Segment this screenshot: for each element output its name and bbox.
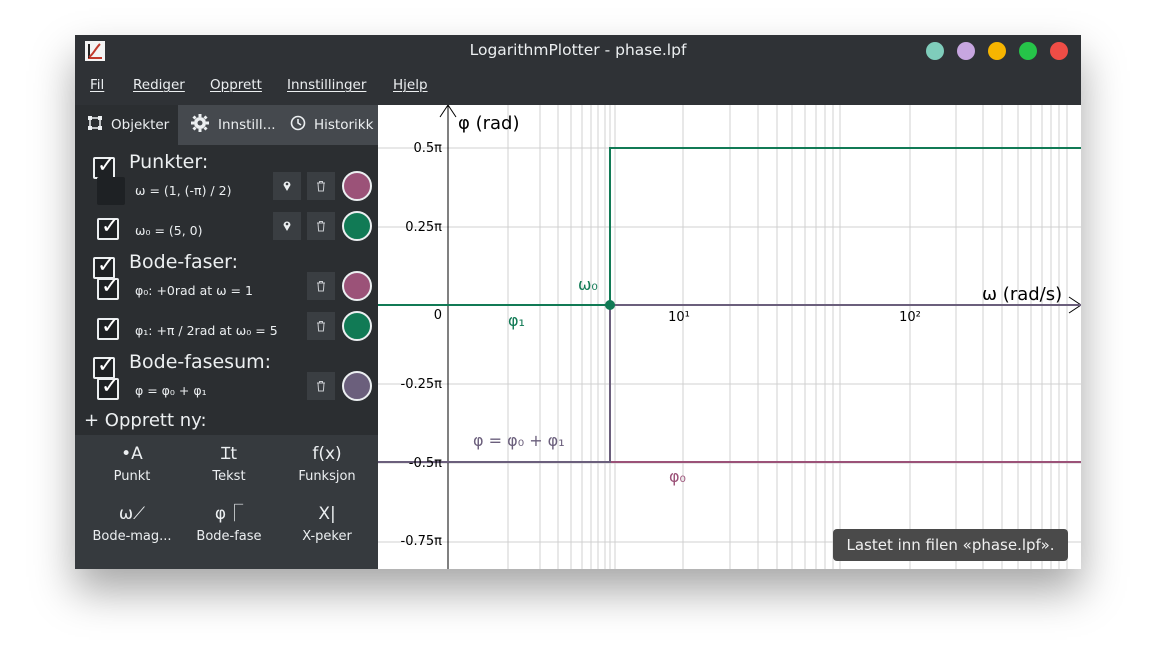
- y-tick-label: -0.75π: [401, 534, 443, 549]
- y-tick-label: 0.25π: [405, 220, 442, 235]
- omega0-point[interactable]: [605, 300, 615, 310]
- phi0-delete-button[interactable]: [307, 272, 335, 300]
- status-toast: Lastet inn filen «phase.lpf».: [833, 529, 1068, 561]
- sidebar: Objekter Innstill... Historikk ✓ Punkter…: [75, 105, 378, 569]
- sum-section-title: Bode-fasesum:: [129, 351, 272, 373]
- app-window: LogarithmPlotter - phase.lpf Fil Rediger…: [75, 35, 1081, 569]
- trash-icon: [317, 321, 325, 332]
- create-point-label: Punkt: [113, 469, 151, 484]
- origin-label: 0: [434, 308, 442, 323]
- points-section-title: Punkter:: [129, 151, 209, 173]
- tab-history[interactable]: Historikk: [278, 105, 378, 145]
- phisum-delete-button[interactable]: [307, 372, 335, 400]
- omega0-color-button[interactable]: [342, 211, 372, 241]
- point-icon: •A: [121, 444, 143, 464]
- create-x-cursor-button[interactable]: X| X-peker: [279, 499, 375, 544]
- trash-icon: [317, 281, 325, 292]
- x-tick-label: 10¹: [668, 310, 690, 325]
- phi1-plot-label: φ₁: [508, 311, 525, 330]
- phi0-label: φ₀: +0rad at ω = 1: [135, 283, 253, 298]
- create-bode-phase-label: Bode-fase: [196, 529, 262, 544]
- tab-objects[interactable]: Objekter: [75, 105, 178, 145]
- create-point-button[interactable]: •A Punkt: [84, 439, 180, 484]
- omega0-plot-label: ω₀: [578, 275, 598, 294]
- x-cursor-icon: X|: [318, 504, 336, 524]
- phi1-color-button[interactable]: [342, 311, 372, 341]
- menu-opprett[interactable]: Opprett: [210, 77, 262, 93]
- phisum-label: φ = φ₀ + φ₁: [135, 383, 207, 398]
- pin-icon: [283, 221, 291, 231]
- menu-fil[interactable]: Fil: [90, 77, 104, 93]
- vertical-grid: [507, 105, 1068, 569]
- phi0-color-button[interactable]: [342, 271, 372, 301]
- create-bode-magnitude-button[interactable]: ω⟋ Bode-mag...: [84, 499, 180, 544]
- bode-phase-icon: φ⎾: [214, 504, 244, 524]
- text-icon: Ɪt: [220, 444, 238, 464]
- close-button[interactable]: [1050, 42, 1068, 60]
- trash-icon: [317, 181, 325, 192]
- phi1-delete-button[interactable]: [307, 312, 335, 340]
- phisum-checkbox[interactable]: ✓: [97, 376, 119, 400]
- omega0-pin-button[interactable]: [273, 212, 301, 240]
- y-axis-label: φ (rad): [458, 113, 520, 134]
- omega0-delete-button[interactable]: [307, 212, 335, 240]
- phases-section-title: Bode-faser:: [129, 251, 239, 273]
- create-panel: •A Punkt Ɪt Tekst f(x) Funksjon ω⟋ Bode-…: [75, 435, 378, 569]
- create-function-label: Funksjon: [298, 469, 356, 484]
- tab-settings-label: Innstill...: [218, 117, 276, 133]
- function-icon: f(x): [312, 444, 342, 464]
- y-tick-label: -0.25π: [401, 377, 443, 392]
- create-new-title: + Opprett ny:: [84, 410, 207, 431]
- trash-icon: [317, 381, 325, 392]
- menu-innstillinger[interactable]: Innstillinger: [287, 77, 366, 93]
- create-x-cursor-label: X-peker: [302, 529, 352, 544]
- phi1-checkbox[interactable]: ✓: [97, 316, 119, 340]
- omega-pin-button[interactable]: [273, 172, 301, 200]
- create-function-button[interactable]: f(x) Funksjon: [279, 439, 375, 484]
- bode-magnitude-icon: ω⟋: [118, 504, 146, 524]
- x-tick-label: 10²: [899, 310, 921, 325]
- title-bar: LogarithmPlotter - phase.lpf: [75, 35, 1081, 67]
- pin-icon: [283, 181, 291, 191]
- points-section-checkbox[interactable]: ✓: [93, 155, 115, 179]
- menu-bar: Fil Rediger Opprett Innstillinger Hjelp: [75, 67, 1081, 105]
- tab-history-label: Historikk: [314, 117, 374, 133]
- objects-icon: [87, 115, 103, 135]
- omega-label: ω = (1, (-π) / 2): [135, 183, 232, 198]
- create-text-button[interactable]: Ɪt Tekst: [181, 439, 277, 484]
- create-bode-magnitude-label: Bode-mag...: [92, 529, 172, 544]
- menu-hjelp[interactable]: Hjelp: [393, 77, 428, 93]
- window-button-2[interactable]: [957, 42, 975, 60]
- maximize-button[interactable]: [1019, 42, 1037, 60]
- minimize-button[interactable]: [988, 42, 1006, 60]
- omega-checkbox[interactable]: [97, 177, 125, 205]
- plot-svg: 0.5π 0.25π 0 -0.25π -0.5π -0.75π 10¹ 10²…: [378, 104, 1081, 569]
- create-text-label: Tekst: [212, 469, 246, 484]
- trash-icon: [317, 221, 325, 232]
- omega-delete-button[interactable]: [307, 172, 335, 200]
- x-axis-label: ω (rad/s): [982, 284, 1062, 305]
- gear-icon: [190, 113, 210, 137]
- omega-color-button[interactable]: [342, 171, 372, 201]
- window-button-1[interactable]: [926, 42, 944, 60]
- omega0-checkbox[interactable]: ✓: [97, 216, 119, 240]
- tab-settings[interactable]: Innstill...: [178, 105, 278, 145]
- y-tick-label: 0.5π: [413, 141, 442, 156]
- phi0-plot-label: φ₀: [669, 467, 686, 486]
- omega0-label: ω₀ = (5, 0): [135, 223, 203, 238]
- phi1-label: φ₁: +π / 2rad at ω₀ = 5: [135, 323, 278, 338]
- tab-objects-label: Objekter: [111, 117, 170, 133]
- menu-rediger[interactable]: Rediger: [133, 77, 185, 93]
- phisum-color-button[interactable]: [342, 371, 372, 401]
- plot-canvas[interactable]: 0.5π 0.25π 0 -0.25π -0.5π -0.75π 10¹ 10²…: [378, 104, 1081, 569]
- y-tick-label: -0.5π: [409, 456, 442, 471]
- phi0-checkbox[interactable]: ✓: [97, 276, 119, 300]
- history-icon: [290, 115, 306, 135]
- phisum-plot-label: φ = φ₀ + φ₁: [473, 431, 565, 450]
- create-bode-phase-button[interactable]: φ⎾ Bode-fase: [181, 499, 277, 544]
